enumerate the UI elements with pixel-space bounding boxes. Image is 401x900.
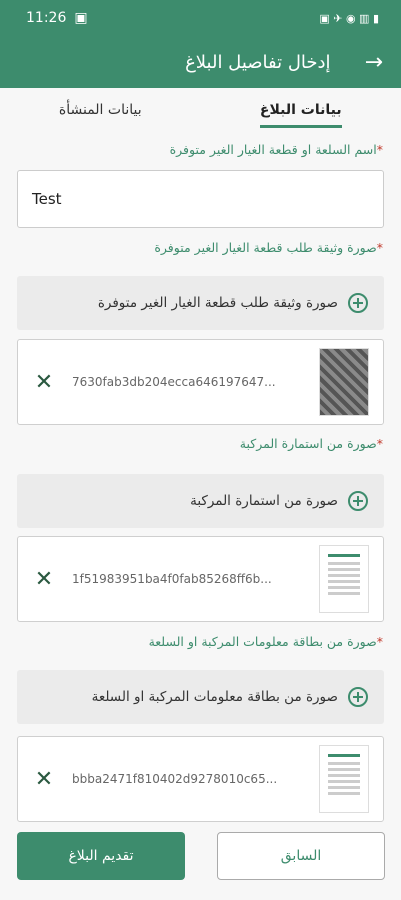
page-title: إدخال تفاصيل البلاغ: [185, 51, 331, 73]
tab-bar: بيانات البلاغ بيانات المنشأة: [0, 88, 401, 132]
item-name-input[interactable]: Test: [17, 170, 384, 228]
add-circle-icon: [348, 687, 368, 707]
app-bar: → إدخال تفاصيل البلاغ: [0, 36, 401, 88]
doc-file-card: ✕ 7630fab3db204ecca646197647...: [17, 339, 384, 425]
status-time: 11:26: [26, 10, 67, 26]
remove-icon[interactable]: ✕: [32, 567, 56, 592]
doc-upload-button[interactable]: صورة وثيقة طلب قطعة الغيار الغير متوفرة: [17, 276, 384, 330]
card-upload-button[interactable]: صورة من بطاقة معلومات المركبة او السلعة: [17, 670, 384, 724]
add-circle-icon: [348, 491, 368, 511]
tab-report-data[interactable]: بيانات البلاغ: [201, 88, 401, 132]
remove-icon[interactable]: ✕: [32, 767, 56, 792]
tab-facility-data[interactable]: بيانات المنشأة: [0, 88, 201, 132]
card-label: *صورة من بطاقة معلومات المركبة او السلعة: [148, 634, 383, 649]
reg-label: *صورة من استمارة المركبة: [239, 436, 383, 451]
card-file-name: bbba2471f810402d9278010c65...: [72, 772, 278, 786]
remove-icon[interactable]: ✕: [32, 370, 56, 395]
doc-file-name: 7630fab3db204ecca646197647...: [72, 375, 276, 389]
card-file-card: ✕ bbba2471f810402d9278010c65...: [17, 736, 384, 822]
reg-file-card: ✕ 1f51983951ba4f0fab85268ff6b...: [17, 536, 384, 622]
submit-report-button[interactable]: تقديم البلاغ: [17, 832, 185, 880]
reg-thumbnail[interactable]: [319, 545, 369, 613]
gallery-icon: ▣: [74, 10, 88, 26]
status-icons: ▣ ✈ ◉ ▥ ▮: [319, 11, 379, 25]
form-scroll[interactable]: *اسم السلعة او قطعة الغيار الغير متوفرة …: [0, 132, 401, 822]
item-name-label: *اسم السلعة او قطعة الغيار الغير متوفرة: [169, 142, 383, 157]
card-thumbnail[interactable]: [319, 745, 369, 813]
reg-upload-button[interactable]: صورة من استمارة المركبة: [17, 474, 384, 528]
status-bar: 11:26 ▣ ▣ ✈ ◉ ▥ ▮: [0, 0, 401, 36]
add-circle-icon: [348, 293, 368, 313]
bottom-action-bar: تقديم البلاغ السابق: [0, 822, 401, 900]
doc-label: *صورة وثيقة طلب قطعة الغيار الغير متوفرة: [154, 240, 383, 255]
reg-file-name: 1f51983951ba4f0fab85268ff6b...: [72, 572, 272, 586]
back-arrow-icon[interactable]: →: [365, 50, 383, 75]
doc-thumbnail[interactable]: [319, 348, 369, 416]
previous-button[interactable]: السابق: [217, 832, 385, 880]
